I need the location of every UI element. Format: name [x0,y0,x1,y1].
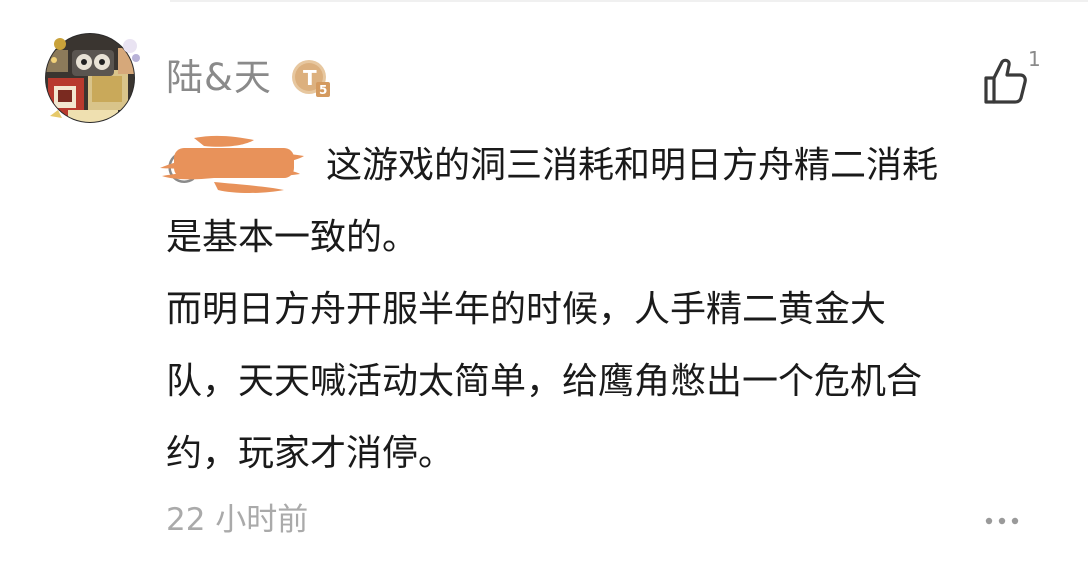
comment-line-1: @ 这游戏的洞三消耗和明日方舟精二消耗 [160,130,1026,202]
svg-text:5: 5 [319,83,327,97]
more-dots-icon [985,517,1019,525]
thumbs-up-icon [984,58,1027,104]
comment-line-3: 而明日方舟开服半年的时候，人手精二黄金大 [166,289,887,330]
comment-timestamp: 22 小时前 [166,502,309,538]
comment-body: @ 这游戏的洞三消耗和明日方舟精二消耗 是基本一致的。 而明日方舟开服半年的时候… [160,130,1026,490]
comment-line-2: 是基本一致的。 [166,217,419,258]
comment-line-4: 队，天天喊活动太简单，给鹰角憋出一个危机合 [166,361,923,402]
mention-link[interactable]: @ [160,130,316,202]
comment-text-line-1: 这游戏的洞三消耗和明日方舟精二消耗 [326,145,939,186]
robot-collage-avatar-icon [45,33,140,123]
like-button[interactable] [980,56,1028,106]
author-name[interactable]: 陆&天 [166,54,272,102]
user-avatar[interactable] [38,30,142,126]
mention-prefix: @ [166,145,202,186]
more-options-button[interactable] [982,508,1022,534]
svg-text:T: T [303,66,317,90]
comment-line-5: 约，玩家才消停。 [166,433,455,474]
like-count: 1 [1028,47,1041,71]
level-badge-icon: T 5 [290,58,332,100]
top-divider [170,0,1088,2]
